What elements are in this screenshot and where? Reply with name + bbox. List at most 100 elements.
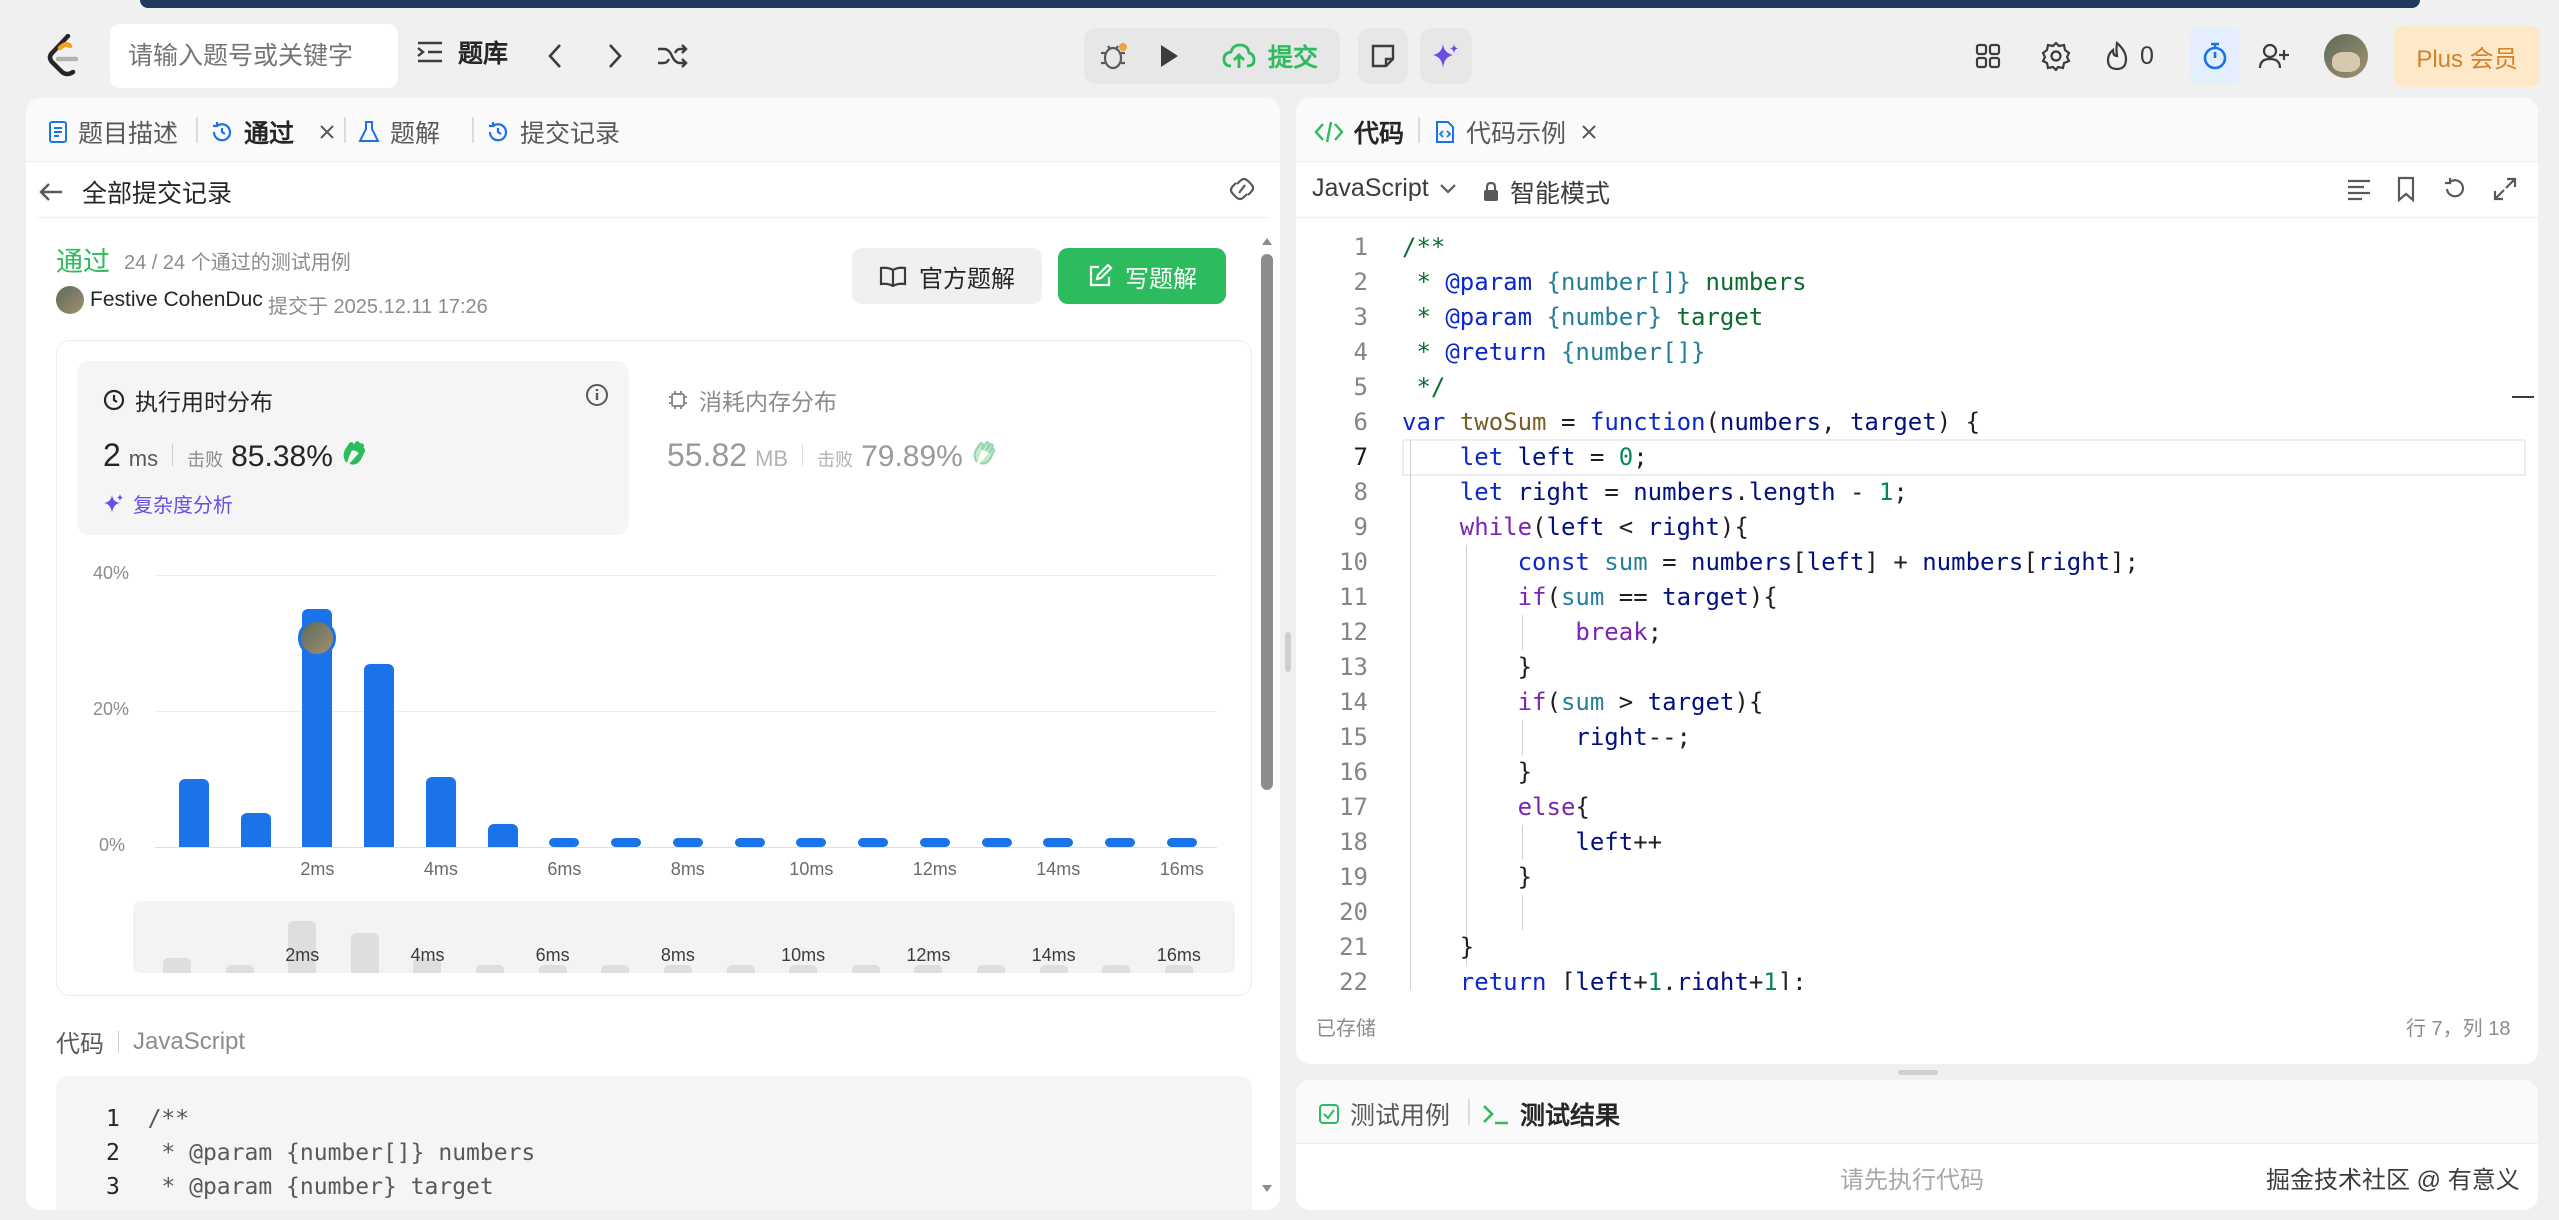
tab-code[interactable]: 代码 <box>1314 114 1404 150</box>
chart-bar[interactable] <box>364 664 395 847</box>
settings-button[interactable] <box>2036 34 2076 78</box>
layout-button[interactable] <box>1968 34 2008 78</box>
code-line[interactable]: 6 var twoSum = function(numbers, target) … <box>1296 405 2538 440</box>
tab-description[interactable]: 题目描述 <box>48 114 178 150</box>
chart-bar[interactable] <box>425 776 456 847</box>
code-line[interactable]: 5 */ <box>1296 370 2538 405</box>
complexity-analysis-link[interactable]: 复杂度分析 <box>103 489 233 518</box>
fire-icon <box>2106 41 2128 71</box>
code-line[interactable]: 22 return [left+1,right+1]; <box>1296 965 2538 990</box>
navigator-tick-label: 12ms <box>906 945 951 965</box>
code-line[interactable]: 10 const sum = numbers[left] + numbers[r… <box>1296 545 2538 580</box>
left-scrollbar[interactable] <box>1260 236 1274 1194</box>
chart-bar[interactable] <box>1166 838 1197 847</box>
code-line[interactable]: 11 if(sum == target){ <box>1296 580 2538 615</box>
tab-testcases[interactable]: 测试用例 <box>1318 1096 1450 1132</box>
editor-toolbar: JavaScript 智能模式 <box>1296 162 2538 218</box>
scroll-up-arrow-icon[interactable] <box>1261 236 1273 246</box>
code-line[interactable]: 21 } <box>1296 930 2538 965</box>
language-select[interactable]: JavaScript <box>1312 174 1457 203</box>
code-line[interactable]: 9 while(left < right){ <box>1296 510 2538 545</box>
x-tick-label: 8ms <box>670 859 705 879</box>
problem-bank-link[interactable]: 题库 <box>416 34 508 70</box>
link-icon[interactable] <box>1226 176 1258 202</box>
code-line[interactable]: 4 * @return {number[]} <box>1296 335 2538 370</box>
chart-bar[interactable] <box>487 823 518 847</box>
scroll-down-arrow-icon[interactable] <box>1261 1184 1273 1194</box>
chart-bar[interactable] <box>240 813 271 847</box>
close-icon[interactable] <box>1580 123 1598 141</box>
submitter-avatar[interactable] <box>56 286 84 314</box>
random-problem-button[interactable] <box>652 36 692 76</box>
official-solution-button[interactable]: 官方题解 <box>852 248 1042 304</box>
code-line[interactable]: 18 left++ <box>1296 825 2538 860</box>
ai-assistant-button[interactable] <box>1420 28 1472 84</box>
code-line[interactable]: 12 break; <box>1296 615 2538 650</box>
chart-bar[interactable] <box>919 838 950 847</box>
tab-solutions[interactable]: 题解 <box>358 114 440 150</box>
chart-bar[interactable] <box>1105 838 1136 847</box>
tab-test-results[interactable]: 测试结果 <box>1482 1096 1620 1132</box>
chart-bar[interactable] <box>611 838 642 847</box>
chart-bar[interactable] <box>796 838 827 847</box>
submit-button[interactable]: 提交 <box>1206 32 1334 80</box>
code-line[interactable]: 19 } <box>1296 860 2538 895</box>
tab-submissions[interactable]: 提交记录 <box>486 114 620 150</box>
code-line[interactable]: 17 else{ <box>1296 790 2538 825</box>
smart-mode-toggle[interactable]: 智能模式 <box>1482 174 1610 210</box>
invite-friend-button[interactable] <box>2254 34 2294 78</box>
plus-membership-button[interactable]: Plus 会员 <box>2394 25 2540 87</box>
run-button[interactable] <box>1146 32 1192 80</box>
code-line[interactable]: 15 right--; <box>1296 720 2538 755</box>
chart-bar[interactable] <box>1043 838 1074 847</box>
chart-range-navigator[interactable]: 2ms 4ms 6ms 8ms 10ms 12ms 14ms 16ms <box>133 901 1235 973</box>
code-line[interactable]: 20 <box>1296 895 2538 930</box>
search-box[interactable] <box>110 24 398 88</box>
debug-button[interactable] <box>1090 32 1136 80</box>
chart-bar[interactable] <box>178 779 209 847</box>
search-input[interactable] <box>110 24 370 88</box>
write-solution-button[interactable]: 写题解 <box>1058 248 1226 304</box>
code-line[interactable]: 3 * @param {number} target <box>1296 300 2538 335</box>
leetcode-logo-icon[interactable] <box>44 30 84 82</box>
code-line[interactable]: 8 let right = numbers.length - 1; <box>1296 475 2538 510</box>
timer-button[interactable] <box>2190 28 2240 84</box>
user-avatar[interactable] <box>2324 34 2368 78</box>
code-line[interactable]: 2 * @param {number[]} numbers <box>1296 265 2538 300</box>
chart-bar[interactable] <box>981 838 1012 847</box>
prev-problem-button[interactable] <box>540 36 570 76</box>
fullscreen-icon[interactable] <box>2492 176 2518 202</box>
chart-bar[interactable] <box>734 838 765 847</box>
memory-card[interactable]: 消耗内存分布 55.82 MB 击败 79.89% <box>657 361 1217 535</box>
chart-bar[interactable] <box>549 838 580 847</box>
minimap-marker <box>2512 396 2534 398</box>
reset-icon[interactable] <box>2442 176 2468 202</box>
vertical-splitter-handle[interactable] <box>1285 632 1291 672</box>
tab-accepted[interactable]: 通过 <box>210 114 336 150</box>
horizontal-splitter-handle[interactable] <box>1898 1070 1938 1075</box>
chart-bar[interactable] <box>672 838 703 847</box>
info-icon[interactable] <box>585 383 609 407</box>
bookmark-icon[interactable] <box>2396 176 2416 202</box>
scroll-thumb[interactable] <box>1261 254 1273 790</box>
streak-counter[interactable]: 0 <box>2104 34 2154 78</box>
chart-bar[interactable] <box>858 838 889 847</box>
divider <box>172 444 174 466</box>
notes-button[interactable] <box>1358 28 1408 84</box>
runtime-card[interactable]: 执行用时分布 2 ms 击败 85.38% 复杂度分析 <box>77 361 629 535</box>
next-problem-button[interactable] <box>600 36 630 76</box>
code-editor[interactable]: 1/** 2 * @param {number[]} numbers 3 * @pa… <box>1296 230 2538 990</box>
back-to-submissions[interactable]: 全部提交记录 <box>38 174 232 210</box>
close-icon[interactable] <box>318 123 336 141</box>
runtime-distribution-chart[interactable]: 40% 20% 0% 2ms 4ms 6ms 8ms 10ms 12ms 14ms 16ms 2ms 4… <box>57 547 1253 997</box>
code-line[interactable]: 16 } <box>1296 755 2538 790</box>
code-line[interactable]: 13 } <box>1296 650 2538 685</box>
tab-code-examples[interactable]: 代码示例 <box>1434 114 1598 150</box>
submitter-name[interactable]: Festive CohenDuc <box>90 288 263 312</box>
x-tick-label: 16ms <box>1159 859 1204 879</box>
code-line[interactable]: 1 /** <box>1296 230 2538 265</box>
navigator-tick-label: 14ms <box>1031 945 1076 965</box>
code-line[interactable]: 7 let left = 0; <box>1296 440 2538 475</box>
code-line[interactable]: 14 if(sum > target){ <box>1296 685 2538 720</box>
format-icon[interactable] <box>2346 178 2372 202</box>
